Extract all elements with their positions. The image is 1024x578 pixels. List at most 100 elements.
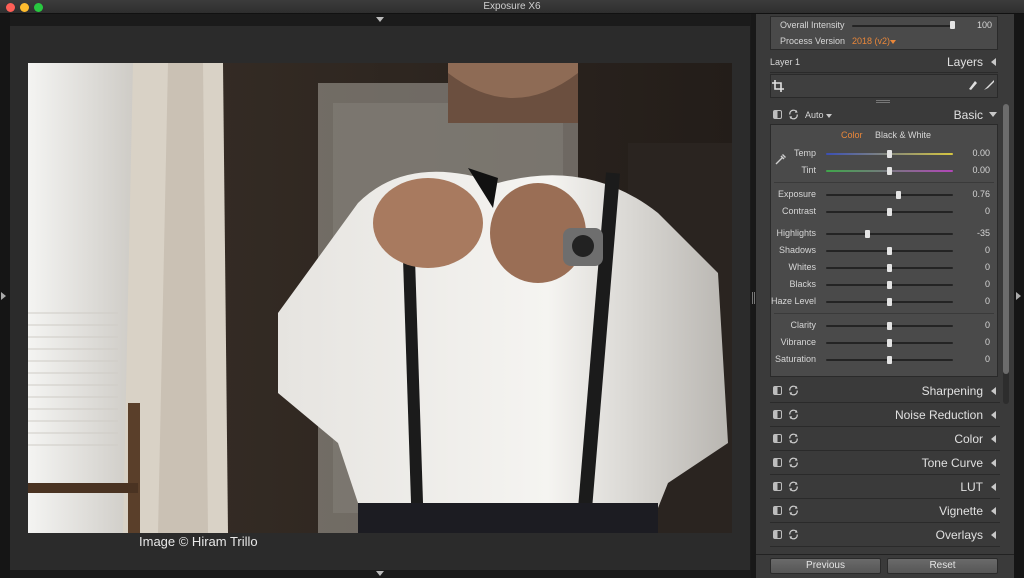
overall-intensity-value[interactable]: 100 xyxy=(962,20,992,30)
exposure-value[interactable]: 0.76 xyxy=(960,189,990,199)
overlays-reset-icon[interactable] xyxy=(788,529,799,540)
basic-toggle-icon[interactable] xyxy=(773,110,782,119)
basic-reset-icon[interactable] xyxy=(788,109,799,120)
clarity-slider-knob[interactable] xyxy=(887,322,892,330)
reset-button[interactable]: Reset xyxy=(887,558,998,574)
basic-expand-icon[interactable] xyxy=(989,112,997,117)
noise-reduction-collapse-icon[interactable] xyxy=(991,411,996,419)
haze-level-slider-knob[interactable] xyxy=(887,298,892,306)
vignette-toggle-icon[interactable] xyxy=(773,506,782,515)
divider xyxy=(756,554,1014,555)
highlights-slider-knob[interactable] xyxy=(865,230,871,238)
color-toggle-icon[interactable] xyxy=(773,434,782,443)
contrast-slider-knob[interactable] xyxy=(887,208,892,216)
section-color[interactable]: Color xyxy=(770,429,1000,451)
divider xyxy=(770,72,998,73)
process-version-chevron-down-icon[interactable] xyxy=(890,40,896,44)
section-overlays[interactable]: Overlays xyxy=(770,525,1000,547)
splitter-grip-icon[interactable] xyxy=(752,292,755,304)
color-title[interactable]: Color xyxy=(830,432,983,446)
vignette-title[interactable]: Vignette xyxy=(830,504,983,518)
haze-level-value[interactable]: 0 xyxy=(960,296,990,306)
sharpening-toggle-icon[interactable] xyxy=(773,386,782,395)
tone-curve-title[interactable]: Tone Curve xyxy=(830,456,983,470)
overall-intensity-slider-knob[interactable] xyxy=(949,21,955,29)
section-sharpening[interactable]: Sharpening xyxy=(770,381,1000,403)
brush-icon[interactable] xyxy=(967,79,979,91)
temp-slider-knob[interactable] xyxy=(887,150,892,158)
tab-black-white[interactable]: Black & White xyxy=(875,130,931,140)
expand-top-panel-icon[interactable] xyxy=(376,17,384,22)
sharpening-reset-icon[interactable] xyxy=(788,385,799,396)
temp-value[interactable]: 0.00 xyxy=(960,148,990,158)
section-lut[interactable]: LUT xyxy=(770,477,1000,499)
process-version-dropdown[interactable]: 2018 (v2) xyxy=(852,36,890,46)
shadows-slider-knob[interactable] xyxy=(887,247,892,255)
collapse-right-panel-icon[interactable] xyxy=(1016,292,1021,300)
tint-value[interactable]: 0.00 xyxy=(960,165,990,175)
vibrance-value[interactable]: 0 xyxy=(960,337,990,347)
clarity-value[interactable]: 0 xyxy=(960,320,990,330)
overlays-toggle-icon[interactable] xyxy=(773,530,782,539)
window-title: Exposure X6 xyxy=(483,1,541,12)
panel-scrollbar-thumb[interactable] xyxy=(1003,104,1009,374)
exposure-slider-knob[interactable] xyxy=(895,191,901,199)
section-tone-curve[interactable]: Tone Curve xyxy=(770,453,1000,475)
color-collapse-icon[interactable] xyxy=(991,435,996,443)
color-reset-icon[interactable] xyxy=(788,433,799,444)
exposure-label: Exposure xyxy=(777,189,816,199)
overall-intensity-slider[interactable] xyxy=(852,25,954,27)
overlays-collapse-icon[interactable] xyxy=(991,531,996,539)
contrast-value[interactable]: 0 xyxy=(960,206,990,216)
saturation-slider-knob[interactable] xyxy=(887,356,892,364)
blacks-label: Blacks xyxy=(789,279,816,289)
haze-level-label: Haze Level xyxy=(770,296,816,306)
section-vignette[interactable]: Vignette xyxy=(770,501,1000,523)
overlays-title[interactable]: Overlays xyxy=(830,528,983,542)
contrast-label: Contrast xyxy=(781,206,816,216)
lut-toggle-icon[interactable] xyxy=(773,482,782,491)
vignette-reset-icon[interactable] xyxy=(788,505,799,516)
photo-credit: Image © Hiram Trillo xyxy=(139,534,258,549)
tab-color[interactable]: Color xyxy=(841,130,863,140)
noise-reduction-toggle-icon[interactable] xyxy=(773,410,782,419)
clarity-label: Clarity xyxy=(790,320,816,330)
auto-chevron-down-icon[interactable] xyxy=(826,114,832,118)
highlights-slider[interactable] xyxy=(826,233,953,235)
saturation-value[interactable]: 0 xyxy=(960,354,990,364)
photo-preview[interactable] xyxy=(28,63,732,533)
highlights-value[interactable]: -35 xyxy=(960,228,990,238)
previous-button[interactable]: Previous xyxy=(770,558,881,574)
sharpening-collapse-icon[interactable] xyxy=(991,387,996,395)
tint-label: Tint xyxy=(801,165,816,175)
gradient-brush-icon[interactable] xyxy=(983,79,995,91)
sharpening-title[interactable]: Sharpening xyxy=(830,384,983,398)
tone-curve-reset-icon[interactable] xyxy=(788,457,799,468)
tone-curve-collapse-icon[interactable] xyxy=(991,459,996,467)
noise-reduction-reset-icon[interactable] xyxy=(788,409,799,420)
tint-slider-knob[interactable] xyxy=(887,167,892,175)
layers-title[interactable]: Layers xyxy=(880,55,983,69)
lut-collapse-icon[interactable] xyxy=(991,483,996,491)
noise-reduction-title[interactable]: Noise Reduction xyxy=(830,408,983,422)
blacks-slider-knob[interactable] xyxy=(887,281,892,289)
vibrance-slider-knob[interactable] xyxy=(887,339,892,347)
layer-name[interactable]: Layer 1 xyxy=(770,57,800,67)
section-noise-reduction[interactable]: Noise Reduction xyxy=(770,405,1000,427)
tone-curve-toggle-icon[interactable] xyxy=(773,458,782,467)
lut-reset-icon[interactable] xyxy=(788,481,799,492)
whites-value[interactable]: 0 xyxy=(960,262,990,272)
expand-bottom-panel-icon[interactable] xyxy=(376,571,384,576)
auto-dropdown[interactable]: Auto xyxy=(805,110,824,120)
exposure-slider[interactable] xyxy=(826,194,953,196)
basic-title[interactable]: Basic xyxy=(880,108,983,122)
blacks-value[interactable]: 0 xyxy=(960,279,990,289)
expand-left-panel-icon[interactable] xyxy=(1,292,6,300)
layers-collapse-icon[interactable] xyxy=(991,58,996,66)
crop-icon[interactable] xyxy=(772,80,784,92)
vignette-collapse-icon[interactable] xyxy=(991,507,996,515)
whites-slider-knob[interactable] xyxy=(887,264,892,272)
lut-title[interactable]: LUT xyxy=(830,480,983,494)
panel-resize-grip-icon[interactable] xyxy=(876,100,890,103)
shadows-value[interactable]: 0 xyxy=(960,245,990,255)
